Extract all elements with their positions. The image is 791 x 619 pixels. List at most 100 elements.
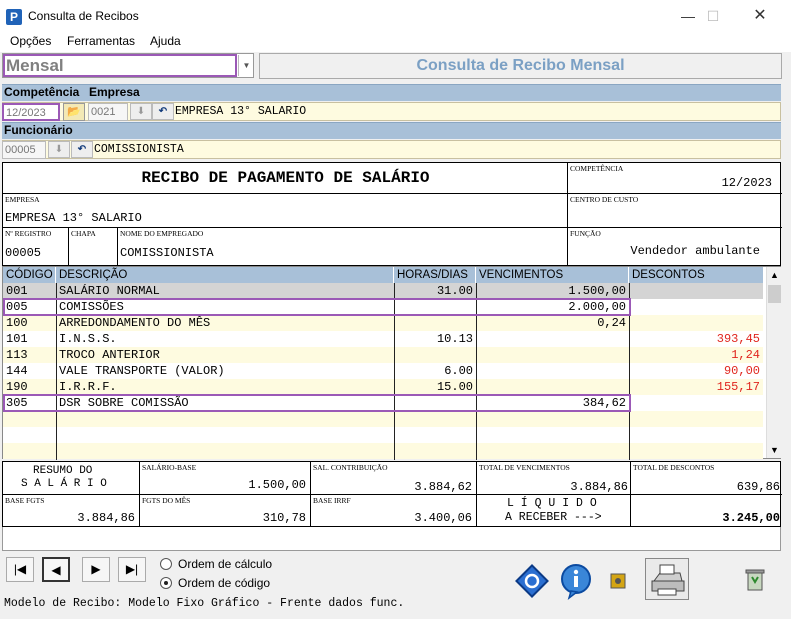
table-row[interactable]: 144 VALE TRANSPORTE (VALOR) 6.00 90,00 [3,363,763,379]
receipt-title: RECIBO DE PAGAMENTO DE SALÁRIO [141,169,430,187]
scroll-down-icon[interactable]: ▼ [767,442,782,458]
resumo-cell: RESUMO DO S A L Á R I O [3,462,140,495]
fgts-mes-cell: FGTS DO MÊS 310,78 [140,495,311,526]
cell-codigo: 113 [6,348,28,362]
settings-icon[interactable] [603,562,633,600]
chevron-down-icon[interactable]: ▼ [238,55,254,76]
recycle-bin-icon[interactable] [740,562,770,600]
window-title: Consulta de Recibos [28,9,139,23]
col-descricao[interactable]: DESCRIÇÃO [56,267,394,283]
menu-opcoes[interactable]: Opções [10,34,51,48]
first-record-button[interactable]: |◀ [6,557,34,582]
receipt-sheet: RECIBO DE PAGAMENTO DE SALÁRIO COMPETÊNC… [2,162,782,266]
mode-select-value: Mensal [6,56,64,75]
funcionario-undo-icon[interactable]: ↶ [71,141,93,158]
info-icon[interactable] [557,562,595,600]
liquido-value: 3.245,00 [722,511,780,525]
cell-horas: 6.00 [444,364,473,378]
liquido-line1: L Í Q U I D O [507,497,597,510]
col-codigo[interactable]: CÓDIGO [3,267,56,283]
cell-descontos [629,283,763,299]
receipt-chapa-label: CHAPA [71,229,96,238]
base-fgts-value: 3.884,86 [77,511,135,525]
receipt-centro-cell: CENTRO DE CUSTO [568,194,782,228]
funcionario-down-arrow-icon[interactable]: ⬇ [48,141,70,158]
table-row[interactable] [3,427,763,443]
empresa-down-arrow-icon[interactable]: ⬇ [130,103,152,120]
cell-codigo: 144 [6,364,28,378]
table-row[interactable]: 100 ARREDONDAMENTO DO MÊS 0,24 [3,315,763,331]
empresa-label: Empresa [89,85,140,99]
liquido-value-cell: 3.245,00 [631,495,782,526]
cell-horas: 31.00 [436,284,473,298]
competencia-input[interactable]: 12/2023 [2,103,60,121]
table-row[interactable]: 001 SALÁRIO NORMAL 31.00 1.500,00 [3,283,763,299]
table-row[interactable] [3,411,763,427]
grid-scrollbar[interactable]: ▲ ▼ [766,267,782,458]
cell-descontos: 393,45 [716,332,760,346]
salario-base-value: 1.500,00 [248,478,306,492]
resumo-line2: S A L Á R I O [21,478,107,490]
scroll-up-icon[interactable]: ▲ [767,267,782,283]
folder-open-icon[interactable]: 📂 [63,103,85,121]
col-descontos[interactable]: DESCONTOS [629,267,763,283]
printer-icon[interactable] [645,558,689,600]
cell-codigo: 001 [6,284,28,298]
col-horas-dias[interactable]: HORAS/DIAS [394,267,476,283]
cell-vencimentos: 0,24 [597,316,626,330]
total-desc-label: TOTAL DE DESCONTOS [633,463,715,472]
salario-base-cell: SALÁRIO-BASE 1.500,00 [140,462,311,495]
empresa-undo-icon[interactable]: ↶ [152,103,174,120]
empresa-code-input[interactable]: 0021 [88,103,128,121]
liquido-line2: A RECEBER ---> [505,511,602,524]
resumo-line1: RESUMO DO [33,465,93,477]
prev-record-button[interactable]: ◀ [42,557,70,582]
base-fgts-cell: BASE FGTS 3.884,86 [3,495,140,526]
refresh-icon[interactable] [513,562,551,600]
base-irrf-label: BASE IRRF [313,496,351,505]
cell-descontos [629,315,763,331]
empresa-name: EMPRESA 13° SALARIO [175,105,307,118]
menu-ferramentas[interactable]: Ferramentas [67,34,135,48]
radio-ordem-calculo-label[interactable]: Ordem de cálculo [178,557,272,571]
receipt-empresa-cell: EMPRESA EMPRESA 13° SALARIO [3,194,568,228]
scroll-thumb[interactable] [768,285,781,303]
cell-descricao: SALÁRIO NORMAL [59,284,160,298]
cell-codigo: 100 [6,316,28,330]
menu-ajuda[interactable]: Ajuda [150,34,181,48]
page-title: Consulta de Recibo Mensal [259,53,782,79]
cell-descontos: 155,17 [716,380,760,394]
cell-descricao: I.R.R.F. [59,380,117,394]
radio-ordem-codigo[interactable] [160,577,172,589]
table-row[interactable]: 113 TROCO ANTERIOR 1,24 [3,347,763,363]
row-highlight-comissoes [3,298,631,316]
receipt-nome-label: NOME DO EMPREGADO [120,229,204,238]
next-record-button[interactable]: ▶ [82,557,110,582]
table-row[interactable]: 101 I.N.S.S. 10.13 393,45 [3,331,763,347]
sal-contrib-value: 3.884,62 [414,480,472,494]
funcionario-header [2,122,781,139]
receipt-registro-label: Nº REGISTRO [5,229,52,238]
receipt-nome-value: COMISSIONISTA [120,246,214,260]
status-bar-text: Modelo de Recibo: Modelo Fixo Gráfico - … [4,597,405,610]
receipt-registro-value: 00005 [5,246,42,260]
receipt-registro-cell: Nº REGISTRO 00005 [3,228,69,266]
col-vencimentos[interactable]: VENCIMENTOS [476,267,629,283]
cell-descontos: 90,00 [723,364,760,378]
table-row[interactable]: 190 I.R.R.F. 15.00 155,17 [3,379,763,395]
cell-horas: 15.00 [436,380,473,394]
salary-summary: RESUMO DO S A L Á R I O SALÁRIO-BASE 1.5… [2,461,782,527]
funcionario-label: Funcionário [4,123,73,137]
base-fgts-label: BASE FGTS [5,496,45,505]
maximize-button[interactable]: ☐ [690,0,736,32]
sal-contrib-cell: SAL. CONTRIBUIÇÃO 3.884,62 [311,462,477,495]
cell-codigo: 190 [6,380,28,394]
radio-ordem-calculo[interactable] [160,558,172,570]
close-button[interactable]: ✕ [737,0,783,32]
table-row[interactable] [3,443,763,459]
total-desc-cell: TOTAL DE DESCONTOS 639,86 [631,462,782,495]
receipt-empresa-label: EMPRESA [5,195,40,204]
radio-ordem-codigo-label[interactable]: Ordem de código [178,576,270,590]
last-record-button[interactable]: ▶| [118,557,146,582]
funcionario-code-input[interactable]: 00005 [2,141,46,159]
